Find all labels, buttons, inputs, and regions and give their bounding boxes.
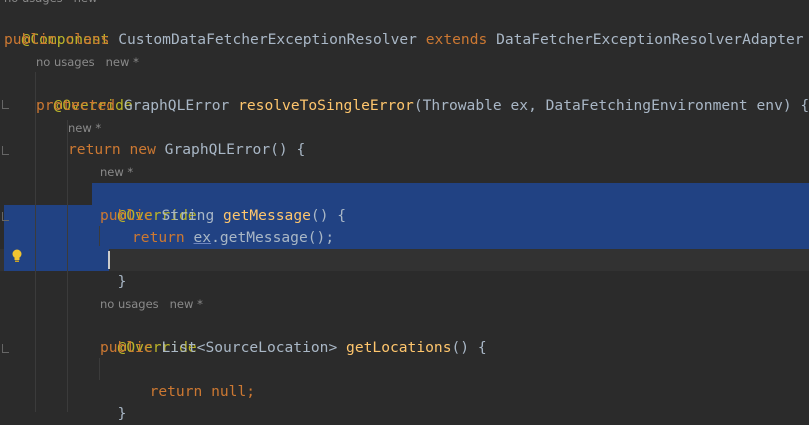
- keyword: extends: [425, 31, 488, 48]
- lightbulb-icon[interactable]: [11, 249, 23, 263]
- keyword: return: [132, 229, 185, 246]
- code-line: @Override: [36, 73, 133, 114]
- indent-guide: [99, 226, 100, 246]
- code-line: protected GraphQLError resolveToSingleEr…: [36, 95, 809, 117]
- closing-brace: }: [117, 273, 127, 290]
- class-name[interactable]: CustomDataFetcherExceptionResolver: [118, 31, 417, 48]
- type-name: GraphQLError: [123, 97, 230, 114]
- inlay-hint[interactable]: no usages new *: [100, 293, 203, 315]
- variable-reference[interactable]: ex: [194, 229, 212, 246]
- fold-marker-icon[interactable]: [2, 146, 9, 155]
- code-line: public List<SourceLocation> getLocations…: [100, 337, 487, 359]
- code-line: @Component: [4, 7, 110, 48]
- code-text: .getMessage();: [211, 229, 335, 246]
- code-line: return ex.getMessage();: [132, 227, 334, 249]
- code-text: () {: [310, 207, 347, 224]
- closing-brace: }: [117, 405, 127, 422]
- code-line: }: [100, 381, 127, 422]
- fold-marker-icon[interactable]: [2, 100, 9, 109]
- type-name: List<SourceLocation>: [161, 339, 338, 356]
- code-line: return null;: [132, 359, 255, 400]
- inlay-hint[interactable]: new *: [100, 161, 133, 183]
- keyword: protected: [36, 97, 116, 114]
- indent-guide: [67, 120, 68, 412]
- code-text: () {: [451, 339, 487, 356]
- keyword: public: [100, 207, 153, 224]
- method-name[interactable]: resolveToSingleError: [238, 97, 414, 114]
- fold-marker-icon[interactable]: [2, 344, 9, 353]
- code-text: (Throwable ex, DataFetchingEnvironment e…: [413, 97, 809, 114]
- code-line: @Override: [100, 183, 197, 224]
- code-line: public String getMessage() {: [100, 205, 346, 227]
- selection-highlight: [92, 183, 809, 205]
- keyword: return null;: [149, 383, 256, 400]
- keyword: return new: [68, 141, 156, 158]
- method-name[interactable]: getMessage: [223, 207, 311, 224]
- type-name: String: [161, 207, 215, 224]
- code-line: }: [100, 249, 127, 290]
- fold-marker-icon[interactable]: [2, 212, 9, 221]
- code-text: DataFetcherExceptionResolverAdapter {: [496, 31, 809, 48]
- inlay-hint[interactable]: no usages new *: [36, 51, 139, 73]
- code-line: public class CustomDataFetcherExceptionR…: [4, 29, 809, 51]
- method-name[interactable]: getLocations: [346, 339, 451, 356]
- indent-guide: [35, 72, 36, 412]
- text-caret: [108, 251, 110, 269]
- code-line: return new GraphQLError() {: [68, 139, 305, 161]
- indent-guide: [99, 358, 100, 380]
- code-text: GraphQLError() {: [164, 141, 306, 158]
- keyword: public class: [4, 31, 110, 48]
- code-line: @Override: [100, 315, 197, 356]
- keyword: public: [100, 339, 153, 356]
- inlay-hint[interactable]: new *: [68, 117, 101, 139]
